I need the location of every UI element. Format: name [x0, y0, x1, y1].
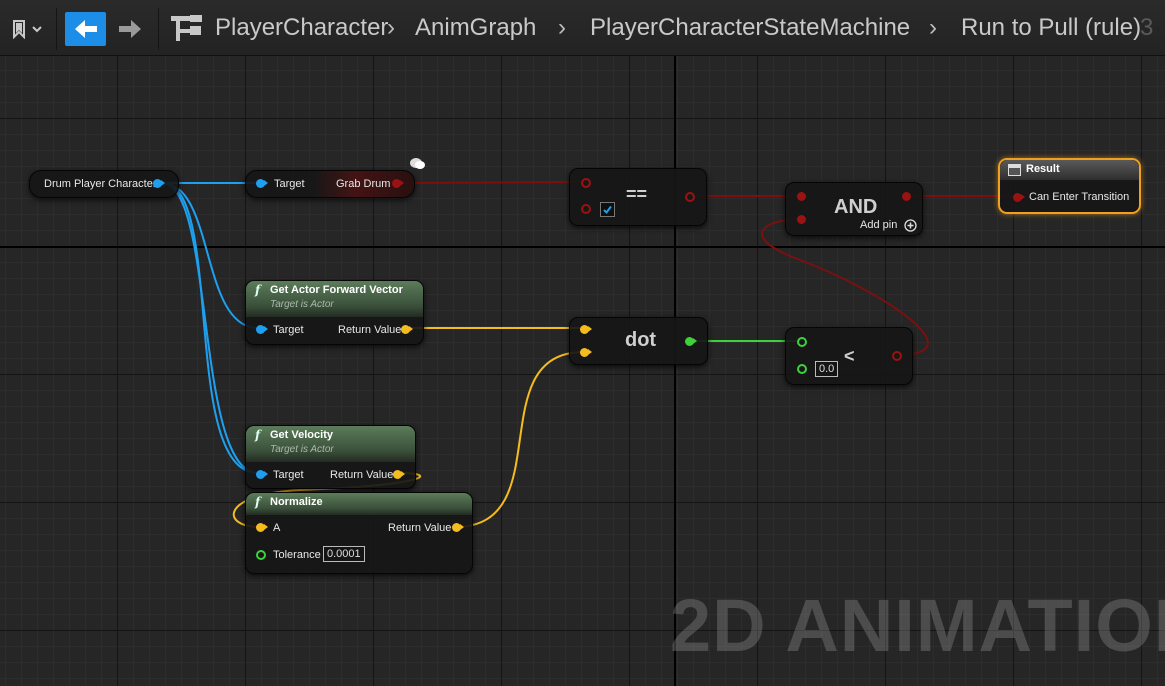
less-operator: < — [844, 346, 855, 366]
get-forward-subtitle: Target is Actor — [270, 299, 334, 310]
normalize-a-pin[interactable] — [256, 523, 268, 532]
drum-player-character-label: Drum Player Character — [44, 178, 157, 190]
normalize-header: f Normalize — [246, 493, 472, 515]
breadcrumb-chevron-icon: › — [558, 14, 566, 41]
grab-drum-node[interactable]: Target Grab Drum — [245, 170, 415, 198]
get-forward-target-pin[interactable] — [256, 325, 268, 334]
get-velocity-subtitle: Target is Actor — [270, 444, 334, 455]
normalize-output-pin[interactable] — [452, 523, 464, 532]
graph-toolbar: PlayerCharacter › AnimGraph › PlayerChar… — [0, 0, 1165, 56]
and-input-b-pin[interactable] — [797, 215, 806, 224]
toolbar-separator — [56, 8, 57, 50]
back-button[interactable] — [65, 12, 106, 46]
breadcrumb-animgraph[interactable]: AnimGraph — [415, 14, 536, 42]
normalize-tolerance-pin[interactable] — [256, 550, 266, 560]
normalize-tolerance-label: Tolerance — [273, 549, 321, 561]
comment-bubble-icon[interactable] — [408, 156, 428, 177]
breadcrumb-chevron-icon: › — [929, 14, 937, 41]
grab-drum-target-label: Target — [274, 178, 305, 190]
get-velocity-target-label: Target — [273, 469, 304, 481]
can-enter-transition-label: Can Enter Transition — [1029, 191, 1130, 203]
get-velocity-target-pin[interactable] — [256, 470, 268, 479]
and-input-a-pin[interactable] — [797, 192, 806, 201]
drum-player-character-output-pin[interactable] — [153, 179, 165, 188]
dot-input-a-pin[interactable] — [580, 325, 592, 334]
result-node[interactable]: Result Can Enter Transition — [998, 158, 1141, 214]
get-velocity-node[interactable]: f Get Velocity Target is Actor Target Re… — [245, 425, 416, 489]
function-icon: f — [255, 283, 261, 297]
wire-drum-to-forward — [161, 182, 259, 329]
get-velocity-output-pin[interactable] — [393, 470, 405, 479]
equals-input-a-pin[interactable] — [581, 178, 591, 188]
get-forward-output-pin[interactable] — [401, 325, 413, 334]
less-input-a-pin[interactable] — [797, 337, 807, 347]
dot-input-b-pin[interactable] — [580, 348, 592, 357]
normalize-a-label: A — [273, 522, 281, 534]
bookmark-dropdown-button[interactable] — [6, 12, 50, 46]
equals-node[interactable]: == — [569, 168, 707, 226]
grab-drum-output-pin[interactable] — [392, 179, 404, 188]
drum-player-character-node[interactable]: Drum Player Character — [29, 170, 179, 198]
get-velocity-output-label: Return Value — [330, 469, 394, 481]
get-forward-title: Get Actor Forward Vector — [270, 284, 403, 296]
result-title: Result — [1026, 163, 1060, 175]
get-forward-target-label: Target — [273, 324, 304, 336]
less-output-pin[interactable] — [892, 351, 902, 361]
equals-input-b-pin[interactable] — [581, 204, 591, 214]
chevron-down-icon — [32, 26, 42, 33]
function-icon: f — [255, 495, 261, 509]
normalize-node[interactable]: f Normalize A Return Value Tolerance 0.0… — [245, 492, 473, 574]
and-add-pin-label[interactable]: Add pin — [860, 219, 897, 231]
arrow-left-icon — [74, 20, 97, 38]
add-pin-icon[interactable] — [904, 219, 917, 235]
graph-canvas[interactable]: Drum Player Character Target Grab Drum =… — [0, 0, 1165, 686]
function-icon: f — [255, 428, 261, 442]
equals-checkbox[interactable] — [600, 202, 615, 217]
graph-icon — [171, 15, 202, 41]
equals-output-pin[interactable] — [685, 192, 695, 202]
wire-grabdrum-to-equals — [397, 181, 585, 184]
breadcrumb-run-to-pull-rule[interactable]: Run to Pull (rule) — [961, 14, 1141, 42]
toolbar-separator — [158, 8, 159, 50]
dot-node[interactable]: dot — [569, 317, 708, 365]
and-output-pin[interactable] — [902, 192, 911, 201]
grab-drum-target-pin[interactable] — [256, 179, 268, 188]
less-than-node[interactable]: 0.0 < — [785, 327, 913, 385]
result-header: Result — [1000, 160, 1139, 180]
watermark: 2D ANIMATION — [670, 584, 1165, 667]
normalize-tolerance-field[interactable]: 0.0001 — [323, 546, 365, 562]
zoom-level: 3 — [1140, 14, 1154, 41]
normalize-output-label: Return Value — [388, 522, 452, 534]
get-actor-forward-vector-node[interactable]: f Get Actor Forward Vector Target is Act… — [245, 280, 424, 345]
normalize-title: Normalize — [270, 496, 323, 508]
equals-operator: == — [626, 184, 648, 204]
dot-operator: dot — [625, 329, 657, 351]
wire-normalize-to-dot — [454, 351, 585, 528]
breadcrumb-player-character[interactable]: PlayerCharacter — [215, 14, 388, 42]
less-input-b-pin[interactable] — [797, 364, 807, 374]
result-icon — [1008, 164, 1021, 176]
and-node[interactable]: AND Add pin — [785, 182, 923, 236]
get-velocity-title: Get Velocity — [270, 429, 333, 441]
bookmark-icon — [13, 20, 42, 39]
breadcrumb-chevron-icon: › — [387, 14, 395, 41]
forward-button[interactable] — [112, 12, 148, 46]
get-forward-header: f Get Actor Forward Vector Target is Act… — [246, 281, 423, 317]
arrow-right-icon — [119, 20, 141, 38]
dot-output-pin[interactable] — [685, 337, 697, 346]
breadcrumb-state-machine[interactable]: PlayerCharacterStateMachine — [590, 14, 910, 42]
less-value-field[interactable]: 0.0 — [815, 361, 839, 377]
wire-drum-to-velocity — [161, 182, 259, 474]
can-enter-transition-pin[interactable] — [1013, 193, 1025, 202]
get-velocity-header: f Get Velocity Target is Actor — [246, 426, 415, 462]
wire-drum-to-velocity-2 — [161, 182, 259, 474]
get-forward-output-label: Return Value — [338, 324, 402, 336]
grab-drum-output-label: Grab Drum — [336, 178, 391, 190]
and-operator: AND — [834, 196, 878, 218]
